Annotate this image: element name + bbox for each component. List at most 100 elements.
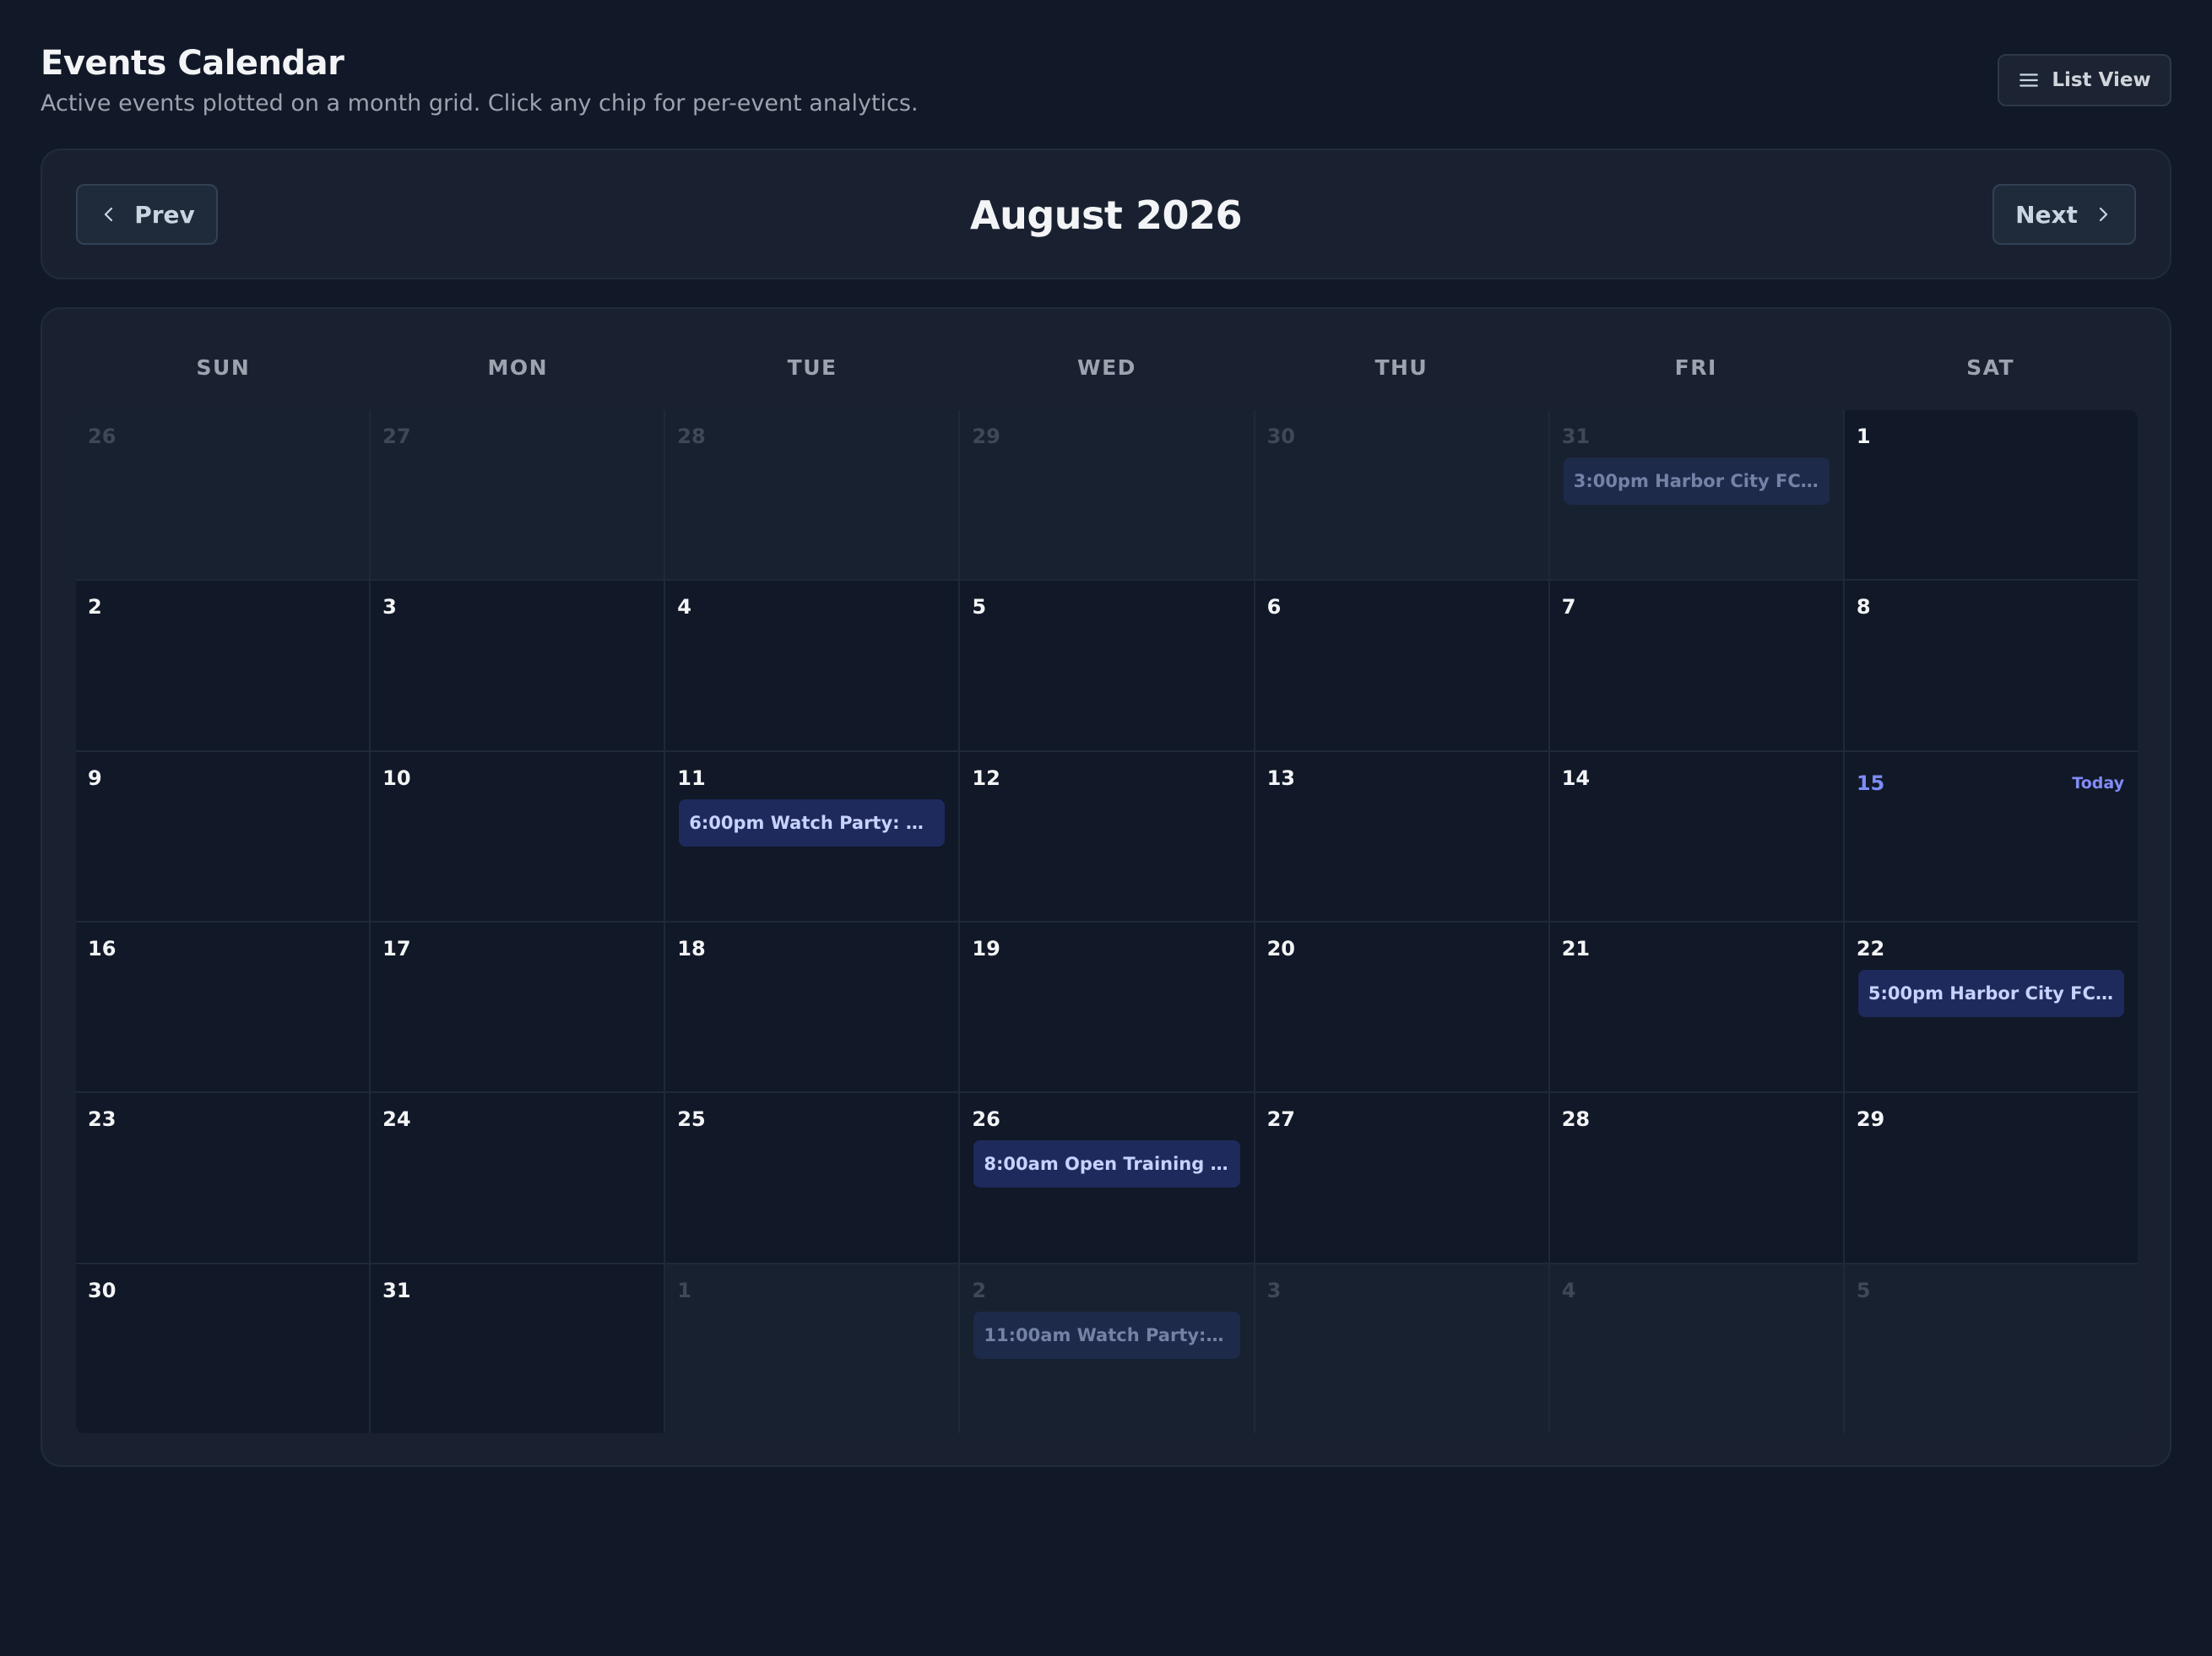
day-number: 17: [382, 936, 411, 961]
day-cell[interactable]: 22 5:00pm Harbor City FC vs...: [1844, 922, 2138, 1092]
day-cell[interactable]: 26: [76, 410, 370, 580]
day-number: 27: [1266, 1107, 1295, 1132]
weekday-wed: WED: [1077, 355, 1136, 380]
day-cell[interactable]: 20: [1255, 922, 1548, 1092]
day-cell-today[interactable]: 15 Today: [1844, 751, 2138, 921]
day-number: 26: [88, 425, 117, 448]
day-number: 19: [972, 936, 1000, 961]
month-navigation: Prev August 2026 Next: [41, 149, 2171, 279]
month-title: August 2026: [970, 192, 1242, 238]
day-number: 2: [972, 1278, 987, 1302]
day-number: 1: [677, 1278, 691, 1302]
day-number: 15: [1856, 771, 1885, 795]
page-title: Events Calendar: [41, 44, 344, 83]
event-chip[interactable]: 6:00pm Watch Party: Harb...: [679, 798, 946, 847]
day-cell[interactable]: 31: [371, 1264, 664, 1433]
list-view-button[interactable]: List View: [1998, 54, 2171, 106]
day-number: 9: [88, 766, 102, 790]
day-cell[interactable]: 28: [665, 410, 959, 580]
day-number: 6: [1266, 595, 1282, 620]
day-cell[interactable]: 3: [1255, 1264, 1548, 1433]
day-cell[interactable]: 6: [1255, 581, 1548, 750]
day-cell[interactable]: 30: [1255, 410, 1548, 580]
day-cell[interactable]: 2 11:00am Watch Party: Harb...: [960, 1264, 1254, 1433]
day-cell[interactable]: 1: [1844, 410, 2138, 580]
day-number: 16: [88, 936, 117, 961]
day-cell[interactable]: 24: [371, 1093, 664, 1263]
day-cell[interactable]: 4: [1549, 1264, 1843, 1433]
event-chip[interactable]: 11:00am Watch Party: Harb...: [973, 1311, 1240, 1359]
day-cell[interactable]: 30: [76, 1264, 370, 1433]
day-cell[interactable]: 23: [76, 1093, 370, 1263]
day-cell[interactable]: 28: [1549, 1093, 1843, 1263]
day-cell[interactable]: 11 6:00pm Watch Party: Harb...: [665, 751, 959, 921]
day-cell[interactable]: 14: [1549, 751, 1843, 921]
day-cell[interactable]: 5: [1844, 1264, 2138, 1433]
event-chip[interactable]: 5:00pm Harbor City FC vs...: [1857, 969, 2124, 1017]
day-cell[interactable]: 13: [1255, 751, 1548, 921]
day-cell[interactable]: 19: [960, 922, 1254, 1092]
day-number: 5: [972, 595, 987, 620]
page-header: Events Calendar Active events plotted on…: [41, 42, 2171, 127]
day-cell[interactable]: 17: [371, 922, 664, 1092]
day-cell[interactable]: 27: [371, 410, 664, 580]
weekday-header-row: SUN MON TUE WED THU FRI SAT: [76, 351, 2138, 385]
day-cell[interactable]: 26 8:00am Open Training Ses...: [960, 1093, 1254, 1263]
day-number: 30: [88, 1278, 117, 1302]
day-cell[interactable]: 31 3:00pm Harbor City FC vs...: [1549, 410, 1843, 580]
day-number: 14: [1561, 766, 1591, 790]
day-number: 30: [1266, 425, 1295, 448]
day-cell[interactable]: 18: [665, 922, 959, 1092]
day-cell[interactable]: 8: [1844, 581, 2138, 750]
day-number: 7: [1561, 595, 1576, 620]
day-number: 4: [1561, 1278, 1576, 1302]
day-number: 28: [1561, 1107, 1591, 1132]
today-badge: Today: [2072, 773, 2124, 793]
day-number: 5: [1856, 1278, 1871, 1302]
day-cell[interactable]: 27: [1255, 1093, 1548, 1263]
day-number: 22: [1856, 936, 1885, 961]
day-number: 4: [677, 595, 691, 620]
day-cell[interactable]: 29: [1844, 1093, 2138, 1263]
day-number: 23: [88, 1107, 117, 1132]
day-number: 13: [1266, 766, 1295, 790]
page-subtitle: Active events plotted on a month grid. C…: [41, 90, 919, 116]
day-number: 28: [677, 425, 706, 448]
event-chip[interactable]: 3:00pm Harbor City FC vs...: [1563, 457, 1830, 505]
next-month-button[interactable]: Next: [1992, 184, 2136, 245]
day-cell[interactable]: 29: [960, 410, 1254, 580]
day-number: 29: [972, 425, 1000, 448]
day-cell[interactable]: 9: [76, 751, 370, 921]
day-cell[interactable]: 3: [371, 581, 664, 750]
event-chip[interactable]: 8:00am Open Training Ses...: [973, 1140, 1240, 1188]
day-cell[interactable]: 4: [665, 581, 959, 750]
day-cell[interactable]: 12: [960, 751, 1254, 921]
weekday-sat: SAT: [1966, 355, 2015, 380]
day-cell[interactable]: 21: [1549, 922, 1843, 1092]
day-number: 2: [88, 595, 102, 620]
day-cell[interactable]: 7: [1549, 581, 1843, 750]
day-number: 1: [1856, 425, 1871, 448]
day-number: 31: [1561, 425, 1591, 448]
list-icon: [2020, 73, 2039, 87]
weekday-thu: THU: [1374, 355, 1429, 380]
day-cell[interactable]: 10: [371, 751, 664, 921]
weekday-mon: MON: [487, 355, 549, 380]
day-number: 12: [972, 766, 1000, 790]
list-view-label: List View: [2052, 69, 2151, 91]
day-number: 10: [382, 766, 411, 790]
day-cell[interactable]: 16: [76, 922, 370, 1092]
day-cell[interactable]: 25: [665, 1093, 959, 1263]
weekday-sun: SUN: [196, 355, 251, 380]
weekday-fri: FRI: [1674, 355, 1717, 380]
day-number: 3: [382, 595, 397, 620]
events-calendar-page: Events Calendar Active events plotted on…: [0, 0, 2212, 1656]
day-cell[interactable]: 5: [960, 581, 1254, 750]
day-cell[interactable]: 1: [665, 1264, 959, 1433]
day-number: 29: [1856, 1107, 1885, 1132]
day-number: 11: [677, 766, 706, 790]
day-number: 31: [382, 1278, 411, 1302]
calendar-card: SUN MON TUE WED THU FRI SAT 26 27 28 29 30 31 3:00pm…: [41, 307, 2171, 1467]
day-number: 18: [677, 936, 706, 961]
day-cell[interactable]: 2: [76, 581, 370, 750]
